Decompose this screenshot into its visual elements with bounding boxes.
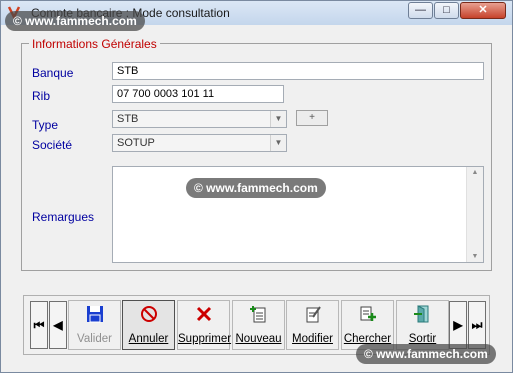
maximize-icon: □ — [443, 4, 450, 16]
delete-icon — [196, 306, 212, 322]
main-window: Compte bancaire : Mode consultation — □ … — [0, 0, 513, 373]
sortir-button[interactable]: Sortir — [396, 300, 449, 350]
nouveau-label: Nouveau — [235, 333, 282, 345]
societe-select-value: SOTUP — [117, 137, 155, 149]
last-record-button[interactable]: ⏭ — [468, 301, 486, 349]
watermark-top: © www.fammech.com — [5, 11, 145, 31]
rib-label: Rib — [32, 89, 51, 103]
add-type-button[interactable]: + — [296, 110, 328, 126]
scroll-down-icon[interactable]: ▼ — [467, 253, 483, 260]
societe-select[interactable]: SOTUP ▼ — [112, 134, 287, 152]
type-select[interactable]: STB ▼ — [112, 110, 287, 128]
watermark-middle: © www.fammech.com — [186, 178, 326, 198]
search-icon — [360, 306, 376, 321]
nouveau-button[interactable]: Nouveau — [232, 300, 285, 350]
modifier-button[interactable]: Modifier — [286, 300, 339, 350]
previous-record-button[interactable]: ◀ — [49, 301, 67, 349]
chercher-button[interactable]: Chercher — [341, 300, 394, 350]
annuler-button[interactable]: Annuler — [122, 300, 175, 350]
valider-label: Valider — [77, 333, 112, 345]
edit-icon — [306, 306, 321, 323]
cancel-icon — [141, 306, 157, 322]
supprimer-label: Supprimer — [178, 333, 232, 345]
maximize-button[interactable]: □ — [434, 2, 459, 19]
chevron-down-icon[interactable]: ▼ — [270, 135, 286, 151]
minimize-icon: — — [415, 4, 426, 16]
new-document-icon — [250, 306, 266, 323]
valider-button[interactable]: Valider — [68, 300, 121, 350]
modifier-label: Modifier — [292, 333, 333, 345]
societe-label: Société — [32, 138, 73, 152]
scroll-up-icon[interactable]: ▲ — [467, 169, 483, 176]
rib-field[interactable]: 07 700 0003 101 11 — [112, 85, 284, 103]
chevron-down-icon[interactable]: ▼ — [270, 111, 286, 127]
exit-icon — [414, 305, 429, 323]
remarques-label: Remargues — [32, 210, 95, 224]
general-info-legend: Informations Générales — [29, 37, 160, 51]
banque-field[interactable]: STB — [112, 62, 484, 80]
first-record-button[interactable]: ⏮ — [30, 301, 48, 349]
supprimer-button[interactable]: Supprimer — [177, 300, 232, 350]
minimize-button[interactable]: — — [408, 2, 433, 19]
watermark-bottom: © www.fammech.com — [356, 344, 496, 364]
type-select-value: STB — [117, 113, 139, 125]
close-button[interactable]: ✕ — [460, 2, 506, 19]
remarques-scrollbar[interactable]: ▲ ▼ — [466, 167, 483, 262]
annuler-label: Annuler — [128, 333, 169, 345]
save-icon — [87, 306, 103, 323]
banque-label: Banque — [32, 66, 74, 80]
close-icon: ✕ — [478, 4, 488, 16]
next-record-button[interactable]: ▶ — [449, 301, 467, 349]
type-label: Type — [32, 118, 59, 132]
